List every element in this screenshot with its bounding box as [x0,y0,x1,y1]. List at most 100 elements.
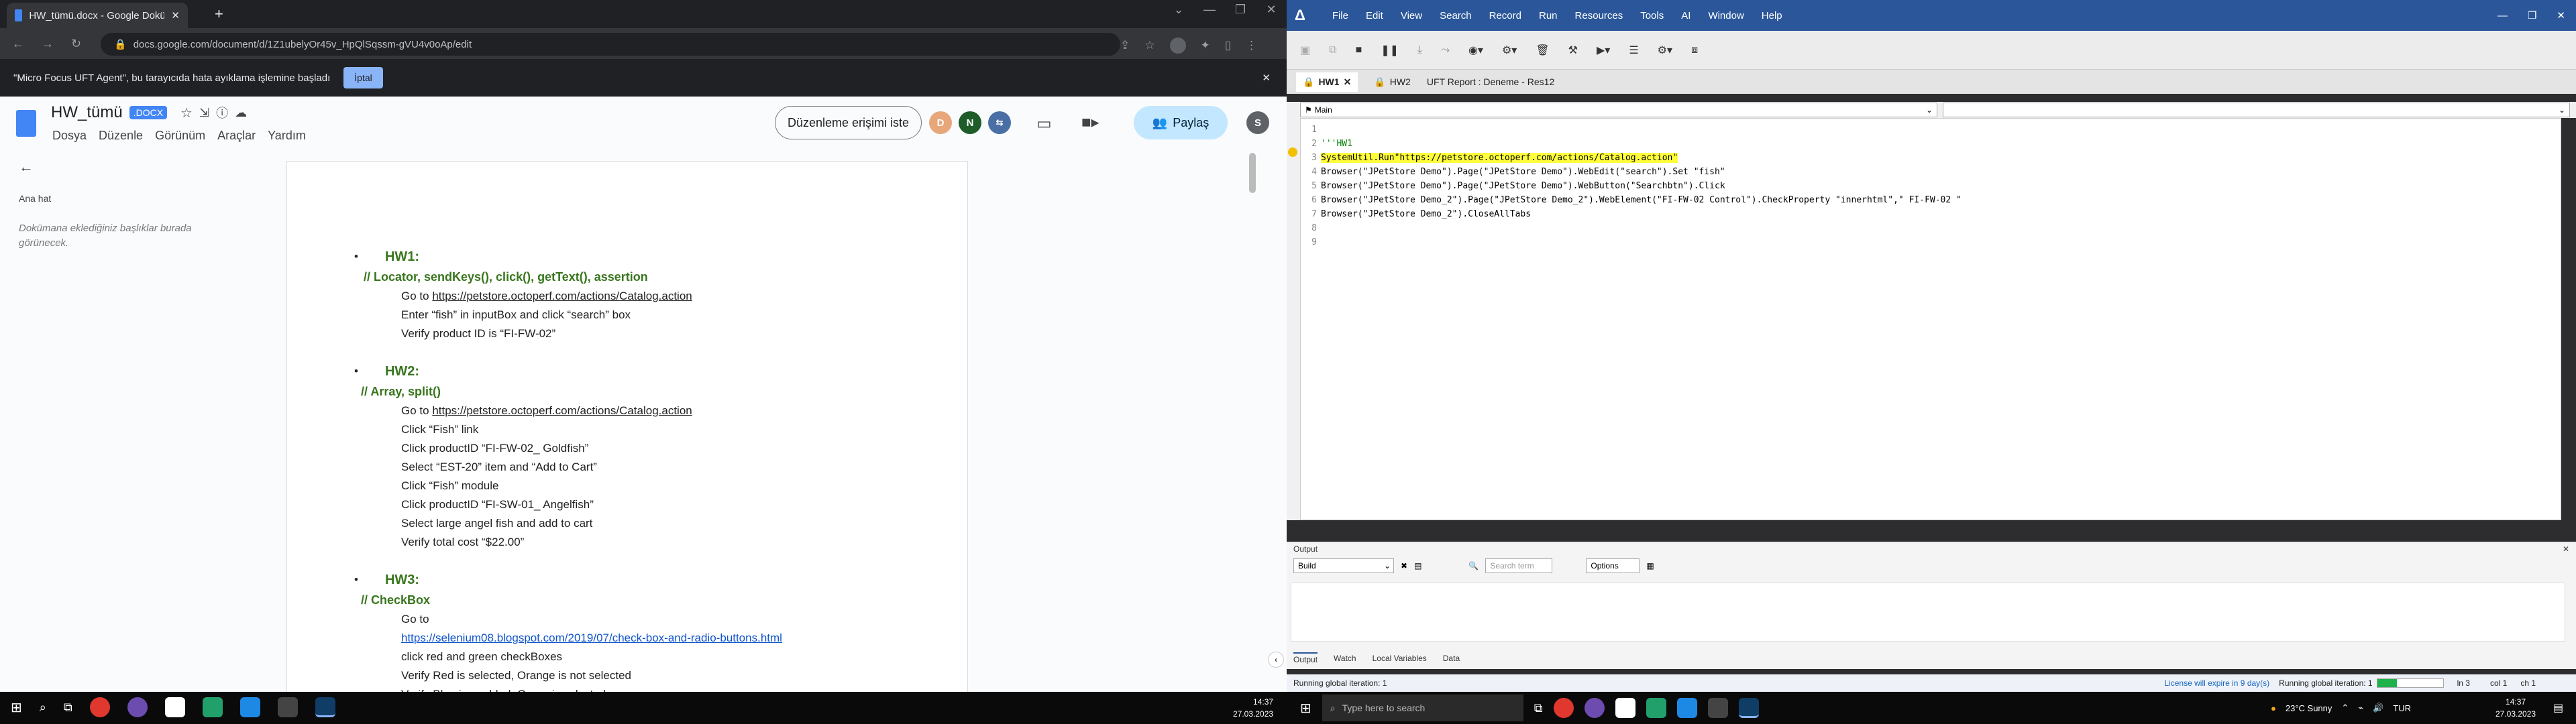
right-clock-date[interactable]: 27.03.2023 [2496,708,2536,720]
uft-menu-help[interactable]: Help [1762,10,1782,21]
document-page[interactable]: • HW1: // Locator, sendKeys(), click(), g… [286,161,968,711]
tab-close-icon[interactable]: ✕ [1344,76,1352,88]
network-icon[interactable]: ⌁ [2358,703,2363,713]
save-icon[interactable]: ▣ [1300,44,1310,57]
avatar-s[interactable]: S [1246,111,1269,134]
uft-menu-edit[interactable]: Edit [1366,10,1383,21]
meet-icon[interactable]: ■▸ [1081,113,1099,132]
hw1-link[interactable]: https://petstore.octoperf.com/actions/Ca… [432,290,692,302]
back-arrow-icon[interactable]: ← [19,158,34,176]
intellij-icon[interactable] [1646,698,1666,718]
license-warning[interactable]: License will expire in 9 day(s) [2164,678,2269,688]
right-clock-time[interactable]: 14:37 [2496,696,2536,708]
left-clock-time[interactable]: 14:37 [1233,696,1273,708]
spy-icon[interactable]: ⚒ [1568,44,1578,57]
uft-menu-record[interactable]: Record [1489,10,1521,21]
close-infobar-icon[interactable]: ✕ [1262,72,1271,84]
chrome-profile-icon[interactable] [1584,698,1605,718]
weather-text[interactable]: 23°C Sunny [2286,703,2332,713]
extensions-icon[interactable]: ✦ [1201,39,1210,52]
clear-icon[interactable]: ✖ [1401,561,1407,570]
new-tab-icon[interactable]: + [215,5,223,23]
uft-close-icon[interactable]: ✕ [2557,9,2565,21]
scrollbar-thumb[interactable] [1249,153,1256,193]
window-icon[interactable]: ⧈ [1691,44,1698,56]
hw2-link[interactable]: https://petstore.octoperf.com/actions/Ca… [432,404,692,417]
run-step-icon[interactable]: ▶▾ [1597,44,1610,57]
export-icon[interactable]: ▦ [1646,561,1654,570]
code-area[interactable]: 1 2 '''HW1 3 SystemUtil.Run"https://petsto… [1301,119,2561,249]
share-page-icon[interactable]: ⇪ [1120,39,1130,52]
app-icon[interactable] [239,697,260,717]
uft-menu-search[interactable]: Search [1440,10,1472,21]
tab-output[interactable]: Output [1293,652,1318,664]
taskbar-search-box[interactable]: ⌕ Type here to search [1322,695,1523,721]
pause-icon[interactable]: ❚❚ [1381,44,1399,57]
bookmark-star-icon[interactable]: ☆ [1144,39,1155,52]
left-clock-date[interactable]: 27.03.2023 [1233,708,1273,720]
uft-menu-resources[interactable]: Resources [1575,10,1623,21]
avatar-d[interactable]: D [929,111,952,134]
activity-icon[interactable]: ⇆ [988,111,1011,134]
stop-icon[interactable]: ■ [1356,44,1362,56]
sidepanel-icon[interactable]: ▯ [1225,39,1231,52]
list-icon[interactable]: ☰ [1629,44,1638,57]
code-editor[interactable]: 1 2 '''HW1 3 SystemUtil.Run"https://petsto… [1300,118,2561,520]
tab-close-icon[interactable]: ✕ [171,9,180,21]
tab-local-variables[interactable]: Local Variables [1373,654,1427,663]
step-over-icon[interactable]: ⤳ [1441,44,1450,56]
collapse-panel-icon[interactable]: ‹ [1268,652,1284,668]
tray-chevron-icon[interactable]: ⌃ [2341,703,2349,713]
function-select[interactable]: ⌄ [1943,103,2570,117]
pycharm-icon[interactable] [1615,698,1635,718]
options-dropdown[interactable]: Options [1586,558,1640,573]
close-icon[interactable]: ✕ [1256,3,1287,17]
uft-menu-run[interactable]: Run [1539,10,1558,21]
chrome-menu-icon[interactable]: ⋮ [1246,39,1257,52]
hw3-link[interactable]: https://selenium08.blogspot.com/2019/07/… [401,629,782,648]
task-view-icon[interactable]: ⧉ [64,701,72,715]
wrap-icon[interactable]: ▤ [1414,561,1421,570]
move-icon[interactable]: ⇲ [199,106,209,120]
tab-data[interactable]: Data [1443,654,1460,663]
uft-agent-icon[interactable] [277,697,298,717]
avatar-n[interactable]: N [959,111,981,134]
output-log[interactable] [1291,583,2565,642]
chrome-icon[interactable] [1553,698,1574,718]
uft-agent-icon[interactable] [1707,698,1728,718]
tab-watch[interactable]: Watch [1334,654,1356,663]
task-view-icon[interactable]: ⧉ [1534,701,1543,715]
status-icon[interactable]: ⓘ [216,104,228,121]
browser-tab[interactable]: HW_tümü.docx - Google Dokümanlar ✕ [7,3,188,28]
search-icon[interactable]: ⌕ [40,701,46,715]
uft-menu-tools[interactable]: Tools [1640,10,1664,21]
intellij-icon[interactable] [202,697,223,717]
star-icon[interactable]: ☆ [180,105,193,121]
menu-help[interactable]: Yardım [268,129,306,143]
start-icon[interactable]: ⊞ [1300,700,1311,717]
doc-title[interactable]: HW_tümü [51,103,123,122]
step-into-icon[interactable]: ⤓ [1417,44,1422,56]
profile-avatar[interactable] [1169,38,1186,54]
uft-icon[interactable] [1738,698,1759,718]
menu-file[interactable]: Dosya [52,129,87,143]
menu-tools[interactable]: Araçlar [217,129,256,143]
run-options-icon[interactable]: ⚙▾ [1502,44,1517,57]
forward-icon[interactable]: → [42,37,54,51]
delete-icon[interactable]: 🗑 [1536,44,1549,57]
search-icon[interactable]: 🔍 [1468,561,1479,570]
search-term-input[interactable]: Search term [1485,558,1553,573]
tab-hw1[interactable]: 🔒 HW1 ✕ [1296,72,1358,92]
app-icon[interactable] [1676,698,1697,718]
chevron-down-icon[interactable]: ⌄ [1163,3,1194,17]
tab-uft-report[interactable]: UFT Report : Deneme - Res12 [1427,76,1554,87]
request-edit-button[interactable]: Düzenleme erişimi iste [775,106,922,139]
notification-icon[interactable]: ▤ [2553,701,2563,715]
maximize-icon[interactable]: ❐ [1225,3,1256,17]
menu-view[interactable]: Görünüm [155,129,205,143]
uft-menu-ai[interactable]: AI [1681,10,1690,21]
chrome-profile-icon[interactable] [127,697,148,717]
menu-edit[interactable]: Düzenle [99,129,143,143]
comments-icon[interactable]: ▭ [1036,114,1052,133]
chrome-icon[interactable] [89,697,110,717]
